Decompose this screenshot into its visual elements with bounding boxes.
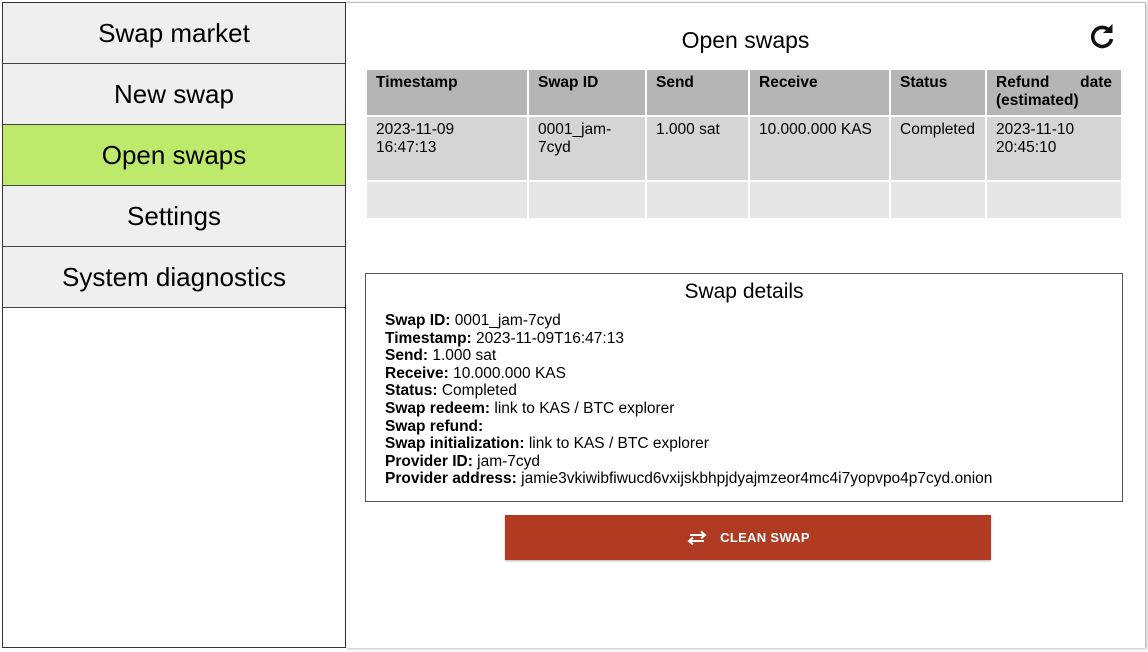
cell-send: 1.000 sat	[645, 115, 750, 182]
cell-receive: 10.000.000 KAS	[748, 115, 891, 182]
empty-cell	[527, 180, 647, 220]
table-header-row: Timestamp Swap ID Send Receive Status Re…	[365, 68, 1123, 117]
swap-arrows-icon	[687, 530, 707, 545]
detail-value: 2023-11-09T16:47:13	[476, 329, 624, 347]
column-header-swap-id[interactable]: Swap ID	[527, 68, 647, 117]
main-panel: Open swaps Timestamp Swap ID Send Receiv…	[346, 2, 1146, 648]
detail-swap-initialization: Swap initialization: link to KAS / BTC e…	[385, 435, 1103, 453]
sidebar-item-settings[interactable]: Settings	[3, 186, 345, 247]
detail-provider-id: Provider ID: jam-7cyd	[385, 453, 1103, 471]
detail-value: 1.000 sat	[432, 347, 497, 365]
sidebar-item-label: Settings	[127, 200, 221, 231]
cell-swap-id: 0001_jam-7cyd	[527, 115, 647, 182]
clean-swap-label: CLEAN SWAP	[720, 530, 810, 545]
detail-timestamp: Timestamp: 2023-11-09T16:47:13	[385, 330, 1103, 348]
detail-swap-refund: Swap refund:	[385, 418, 1103, 436]
cell-refund-date: 2023-11-10 20:45:10	[985, 115, 1123, 182]
detail-swap-redeem: Swap redeem: link to KAS / BTC explorer	[385, 400, 1103, 418]
detail-label: Swap redeem:	[385, 399, 491, 417]
column-header-receive[interactable]: Receive	[748, 68, 891, 117]
cell-timestamp: 2023-11-09 16:47:13	[365, 115, 529, 182]
detail-label: Swap ID:	[385, 312, 451, 329]
column-header-send[interactable]: Send	[645, 68, 750, 117]
open-swaps-table: Timestamp Swap ID Send Receive Status Re…	[365, 68, 1123, 220]
sidebar-item-label: New swap	[114, 78, 234, 109]
detail-status: Status: Completed	[385, 382, 1103, 400]
detail-label: Status:	[385, 382, 438, 400]
detail-swap-id: Swap ID: 0001_jam-7cyd	[385, 312, 1103, 330]
detail-label: Receive:	[385, 364, 449, 382]
empty-cell	[365, 180, 529, 220]
table-row-empty	[365, 180, 1123, 220]
detail-send: Send: 1.000 sat	[385, 347, 1103, 365]
detail-provider-address: Provider address: jamie3vkiwibfiwucd6vxi…	[385, 470, 1103, 488]
column-header-timestamp[interactable]: Timestamp	[365, 68, 529, 117]
detail-label: Swap initialization:	[385, 435, 525, 453]
sidebar-item-system-diagnostics[interactable]: System diagnostics	[3, 247, 345, 308]
refund-date-header-line2: (estimated)	[996, 92, 1079, 109]
sidebar-item-new-swap[interactable]: New swap	[3, 64, 345, 125]
detail-value: Completed	[441, 382, 517, 400]
page-title: Open swaps	[681, 27, 810, 53]
column-header-status[interactable]: Status	[889, 68, 987, 117]
empty-cell	[985, 180, 1123, 220]
empty-cell	[748, 180, 891, 220]
empty-cell	[889, 180, 987, 220]
detail-label: Send:	[385, 347, 429, 365]
refresh-button[interactable]	[1086, 21, 1118, 53]
detail-value: 0001_jam-7cyd	[454, 312, 561, 329]
detail-label: Timestamp:	[385, 329, 472, 347]
sidebar-item-swap-market[interactable]: Swap market	[3, 3, 345, 64]
detail-label: Provider ID:	[385, 452, 473, 470]
sidebar-item-label: Open swaps	[101, 139, 247, 170]
swap-details-panel: Swap details Swap ID: 0001_jam-7cyd Time…	[365, 273, 1123, 502]
clean-swap-button[interactable]: CLEAN SWAP	[505, 515, 991, 560]
detail-label: Provider address:	[385, 470, 517, 488]
table-row[interactable]: 2023-11-09 16:47:13 0001_jam-7cyd 1.000 …	[365, 115, 1123, 182]
cell-status: Completed	[889, 115, 987, 182]
detail-value: jamie3vkiwibfiwucd6vxijskbhpjdyajmzeor4m…	[521, 470, 993, 488]
sidebar-item-label: System diagnostics	[62, 261, 286, 292]
refund-date-header-line1: Refund date	[996, 74, 1112, 91]
swap-details-title: Swap details	[684, 280, 804, 303]
empty-cell	[645, 180, 750, 220]
sidebar-item-label: Swap market	[98, 17, 250, 48]
swap-redeem-link[interactable]: link to KAS / BTC explorer	[494, 400, 674, 417]
swap-initialization-link[interactable]: link to KAS / BTC explorer	[529, 435, 709, 452]
detail-label: Swap refund:	[385, 417, 484, 435]
detail-receive: Receive: 10.000.000 KAS	[385, 365, 1103, 383]
detail-value: 10.000.000 KAS	[453, 364, 566, 382]
detail-value: jam-7cyd	[477, 452, 541, 470]
column-header-refund-date[interactable]: Refund date (estimated)	[985, 68, 1123, 117]
sidebar-item-open-swaps[interactable]: Open swaps	[3, 125, 345, 186]
refresh-icon	[1090, 24, 1114, 49]
sidebar: Swap market New swap Open swaps Settings…	[2, 2, 346, 648]
